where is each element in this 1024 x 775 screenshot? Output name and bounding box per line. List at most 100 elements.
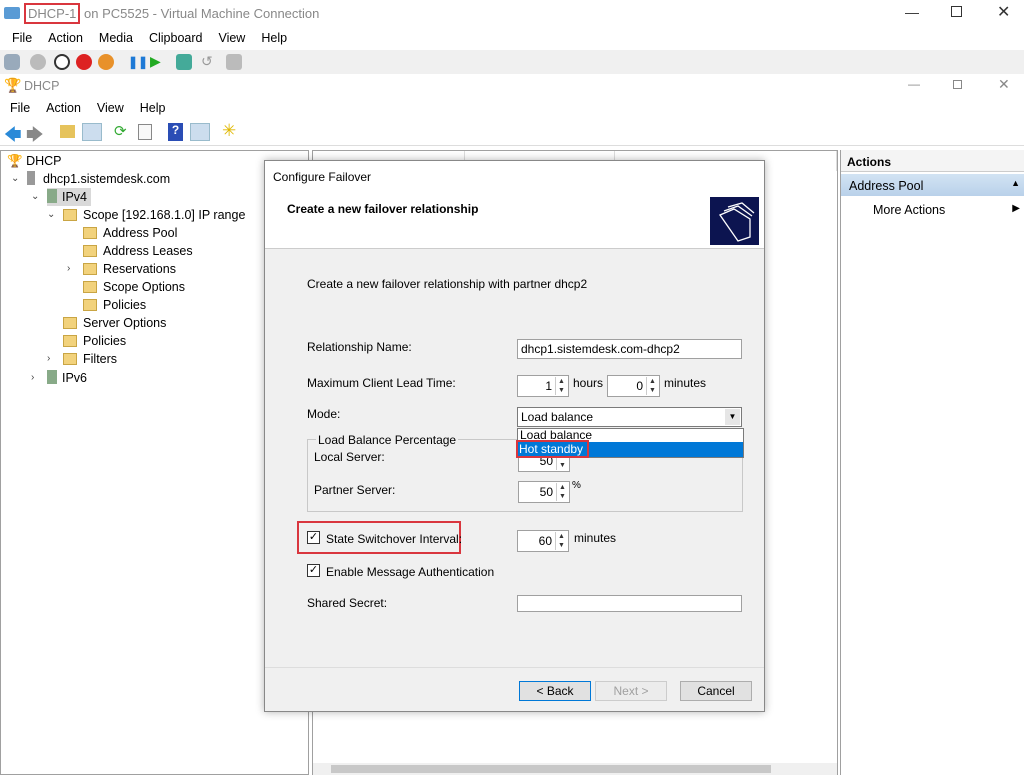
- mmc-menu-action[interactable]: Action: [38, 101, 89, 115]
- submenu-arrow-icon: ▶: [1012, 203, 1020, 214]
- shared-secret-input[interactable]: [517, 595, 742, 612]
- filter-icon: [63, 353, 77, 365]
- cancel-button[interactable]: Cancel: [680, 681, 752, 701]
- vm-menu-clipboard[interactable]: Clipboard: [141, 31, 211, 45]
- vm-title-bar: DHCP-1 on PC5525 - Virtual Machine Conne…: [0, 0, 1024, 27]
- tree-item-address-pool[interactable]: Address Pool: [83, 224, 177, 242]
- collapse-icon[interactable]: ▲: [1011, 178, 1020, 188]
- local-server-label: Local Server:: [314, 450, 385, 464]
- shut-down-icon[interactable]: [76, 54, 92, 70]
- mclt-hours-stepper[interactable]: 1 ▲ ▼: [517, 375, 569, 397]
- policies-icon: [83, 299, 97, 311]
- mmc-menu-view[interactable]: View: [89, 101, 132, 115]
- next-button[interactable]: Next >: [595, 681, 667, 701]
- percent-label: %: [572, 480, 581, 491]
- button-separator: [265, 667, 764, 668]
- intro-text: Create a new failover relationship with …: [307, 277, 588, 291]
- mmc-restore-button[interactable]: [953, 80, 962, 89]
- tree-item-scope[interactable]: ⌄ Scope [192.168.1.0] IP range: [47, 206, 245, 224]
- minimize-button[interactable]: —: [905, 4, 919, 20]
- spin-arrows-icon[interactable]: ▲▼: [555, 532, 567, 550]
- mmc-close-button[interactable]: ✕: [998, 76, 1010, 93]
- refresh-icon[interactable]: ⟳: [114, 122, 127, 140]
- chevron-down-icon[interactable]: ⌄: [47, 206, 55, 224]
- enhanced-session-icon[interactable]: [226, 54, 242, 70]
- action-more-actions[interactable]: More Actions ▶: [841, 200, 1024, 220]
- tree-label: IPv6: [62, 371, 88, 385]
- load-balance-group-label: Load Balance Percentage: [316, 433, 459, 447]
- address-leases-icon: [83, 245, 97, 257]
- chevron-right-icon[interactable]: ›: [47, 350, 50, 368]
- checkpoint-icon[interactable]: [176, 54, 192, 70]
- tree-item-server-options[interactable]: Server Options: [63, 314, 166, 332]
- mmc-menu-file[interactable]: File: [2, 101, 38, 115]
- partner-server-label: Partner Server:: [314, 483, 396, 497]
- show-action-pane-icon[interactable]: [190, 123, 210, 141]
- tree-item-policies[interactable]: Policies: [63, 332, 126, 350]
- mode-select[interactable]: Load balance ▼: [517, 407, 742, 427]
- export-list-icon[interactable]: [138, 124, 152, 140]
- spin-arrows-icon[interactable]: ▲▼: [556, 483, 568, 501]
- mmc-title: DHCP: [24, 79, 60, 93]
- spin-arrows-icon[interactable]: ▲▼: [555, 377, 567, 395]
- vm-menu-help[interactable]: Help: [253, 31, 295, 45]
- turn-off-icon[interactable]: [54, 54, 70, 70]
- server-icon: [27, 171, 35, 185]
- tree-item-ipv4[interactable]: ⌄ IPv4: [31, 188, 92, 206]
- title-highlight: DHCP-1: [24, 3, 81, 24]
- chevron-right-icon[interactable]: ›: [67, 260, 70, 278]
- spin-arrows-icon[interactable]: ▲▼: [646, 377, 658, 395]
- back-arrow-icon[interactable]: 🡄: [4, 122, 22, 151]
- dropdown-arrow-icon[interactable]: ▼: [725, 409, 740, 425]
- back-button[interactable]: < Back: [519, 681, 591, 701]
- vm-menu-media[interactable]: Media: [91, 31, 141, 45]
- forward-arrow-icon[interactable]: 🡆: [26, 122, 44, 151]
- message-auth-checkbox[interactable]: ✓: [307, 564, 320, 577]
- start-icon[interactable]: [30, 54, 46, 70]
- new-icon[interactable]: ✳: [222, 121, 236, 141]
- tree-label: IPv4: [62, 190, 88, 204]
- tree-label: DHCP: [26, 154, 62, 168]
- vm-menu-view[interactable]: View: [210, 31, 253, 45]
- tree-item-ipv6[interactable]: › IPv6: [31, 369, 88, 387]
- help-icon[interactable]: ?: [168, 123, 183, 141]
- save-icon[interactable]: [98, 54, 114, 70]
- mmc-title-bar: 🏆 DHCP — ✕: [0, 75, 1024, 97]
- show-hide-tree-icon[interactable]: [82, 123, 102, 141]
- state-switchover-checkbox[interactable]: ✓: [307, 531, 320, 544]
- tree-label: Address Leases: [103, 244, 193, 258]
- tree-item-filters[interactable]: › Filters: [47, 350, 117, 368]
- tree-item-server[interactable]: ⌄ dhcp1.sistemdesk.com: [11, 170, 170, 188]
- mmc-menu-help[interactable]: Help: [132, 101, 174, 115]
- up-folder-icon[interactable]: [60, 125, 75, 138]
- vm-menu-file[interactable]: File: [4, 31, 40, 45]
- pause-icon[interactable]: ❚❚: [128, 55, 148, 69]
- horizontal-scrollbar[interactable]: [313, 763, 837, 775]
- vm-window-title: DHCP-1 on PC5525 - Virtual Machine Conne…: [24, 3, 319, 24]
- tree-item-dhcp[interactable]: 🏆 DHCP: [7, 152, 61, 170]
- state-switchover-stepper[interactable]: 60 ▲ ▼: [517, 530, 569, 552]
- revert-icon[interactable]: ↺: [201, 53, 213, 70]
- ctrl-alt-del-icon[interactable]: [4, 54, 20, 70]
- failover-folders-icon: [710, 197, 759, 245]
- tree-item-scope-options[interactable]: Scope Options: [83, 278, 185, 296]
- ipv6-icon: [47, 370, 57, 384]
- relationship-name-input[interactable]: dhcp1.sistemdesk.com-dhcp2: [517, 339, 742, 359]
- tree-item-scope-policies[interactable]: Policies: [83, 296, 146, 314]
- chevron-down-icon[interactable]: ⌄: [11, 170, 19, 188]
- reset-icon[interactable]: ▶: [150, 53, 161, 70]
- policies-icon: [63, 335, 77, 347]
- chevron-down-icon[interactable]: ⌄: [31, 188, 39, 206]
- mmc-minimize-button[interactable]: —: [908, 77, 920, 91]
- tree-item-reservations[interactable]: › Reservations: [67, 260, 176, 278]
- partner-server-stepper[interactable]: 50 ▲ ▼: [518, 481, 570, 503]
- vm-menu-action[interactable]: Action: [40, 31, 91, 45]
- actions-section-address-pool[interactable]: Address Pool ▲: [841, 174, 1024, 196]
- tree-item-address-leases[interactable]: Address Leases: [83, 242, 193, 260]
- option-hot-standby[interactable]: Hot standby: [516, 440, 743, 458]
- chevron-right-icon[interactable]: ›: [31, 369, 34, 387]
- mclt-minutes-stepper[interactable]: 0 ▲ ▼: [607, 375, 660, 397]
- maximize-button[interactable]: [951, 6, 962, 17]
- hours-label: hours: [573, 376, 604, 390]
- close-button[interactable]: ✕: [997, 2, 1010, 22]
